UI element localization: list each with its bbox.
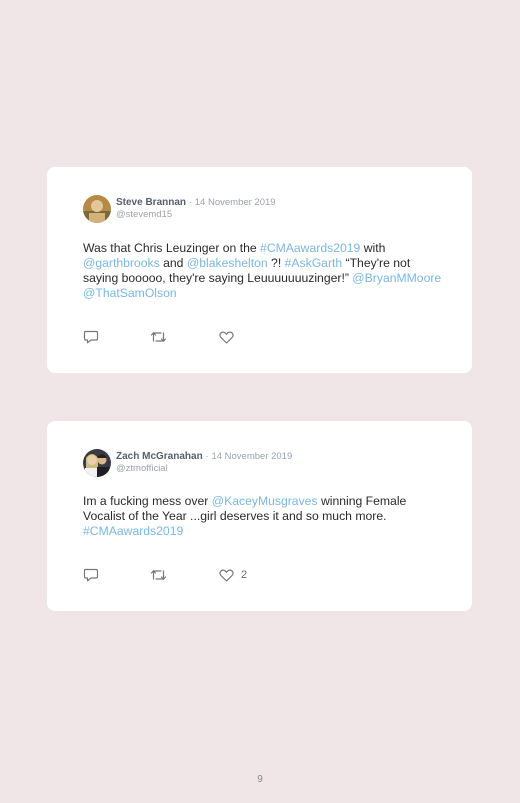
retweet-icon [150, 570, 167, 580]
tweet-date: 14 November 2019 [211, 451, 293, 462]
tweet-card: Steve Brannan · 14 November 2019 @stevem… [47, 167, 472, 373]
retweet-button[interactable] [150, 329, 167, 345]
mention-link[interactable]: @ThatSamOlson [83, 286, 177, 300]
tweet-text-segment: and [159, 256, 187, 270]
like-count: 2 [241, 569, 248, 581]
reply-icon [83, 330, 99, 344]
author-name[interactable]: Zach McGranahan [116, 451, 203, 462]
like-button[interactable]: 2 [219, 567, 247, 583]
tweet-actions [83, 329, 283, 345]
like-button[interactable] [219, 329, 241, 345]
heart-icon [219, 569, 234, 582]
tweet-card: Zach McGranahan · 14 November 2019 @ztmo… [47, 421, 472, 611]
tweet-text-segment: Im a fucking mess over [83, 494, 212, 508]
avatar[interactable] [83, 449, 111, 477]
author-handle[interactable]: @stevemd15 [116, 209, 172, 221]
tweet-text-segment: ?! [267, 256, 285, 270]
mention-link[interactable]: @blakeshelton [187, 256, 268, 270]
separator: · [205, 451, 209, 462]
reply-icon [83, 568, 99, 582]
tweet-header: Zach McGranahan · 14 November 2019 [116, 451, 292, 463]
mention-link[interactable]: @BryanMMoore [352, 271, 441, 285]
retweet-icon [150, 332, 167, 342]
hashtag-link[interactable]: #AskGarth [285, 256, 343, 270]
reply-button[interactable] [83, 329, 99, 345]
mention-link[interactable]: @KaceyMusgraves [212, 494, 318, 508]
tweet-text: Im a fucking mess over @KaceyMusgraves w… [83, 494, 443, 539]
tweet-header: Steve Brannan · 14 November 2019 [116, 197, 276, 209]
retweet-button[interactable] [150, 567, 167, 583]
heart-icon [219, 331, 234, 344]
mention-link[interactable]: @garthbrooks [83, 256, 160, 270]
hashtag-link[interactable]: #CMAawards2019 [83, 524, 183, 538]
tweet-actions: 2 [83, 567, 283, 583]
tweet-text-segment: Was that Chris Leuzinger on the [83, 241, 261, 255]
page-number: 9 [257, 774, 263, 785]
separator: · [188, 197, 192, 208]
author-handle[interactable]: @ztmofficial [116, 463, 168, 475]
reply-button[interactable] [83, 567, 99, 583]
hashtag-link[interactable]: #CMAawards2019 [260, 241, 360, 255]
tweet-date: 14 November 2019 [194, 197, 276, 208]
author-name[interactable]: Steve Brannan [116, 197, 186, 208]
tweet-text-segment: with [360, 241, 386, 255]
avatar[interactable] [83, 195, 111, 223]
tweet-text: Was that Chris Leuzinger on the #CMAawar… [83, 241, 443, 301]
